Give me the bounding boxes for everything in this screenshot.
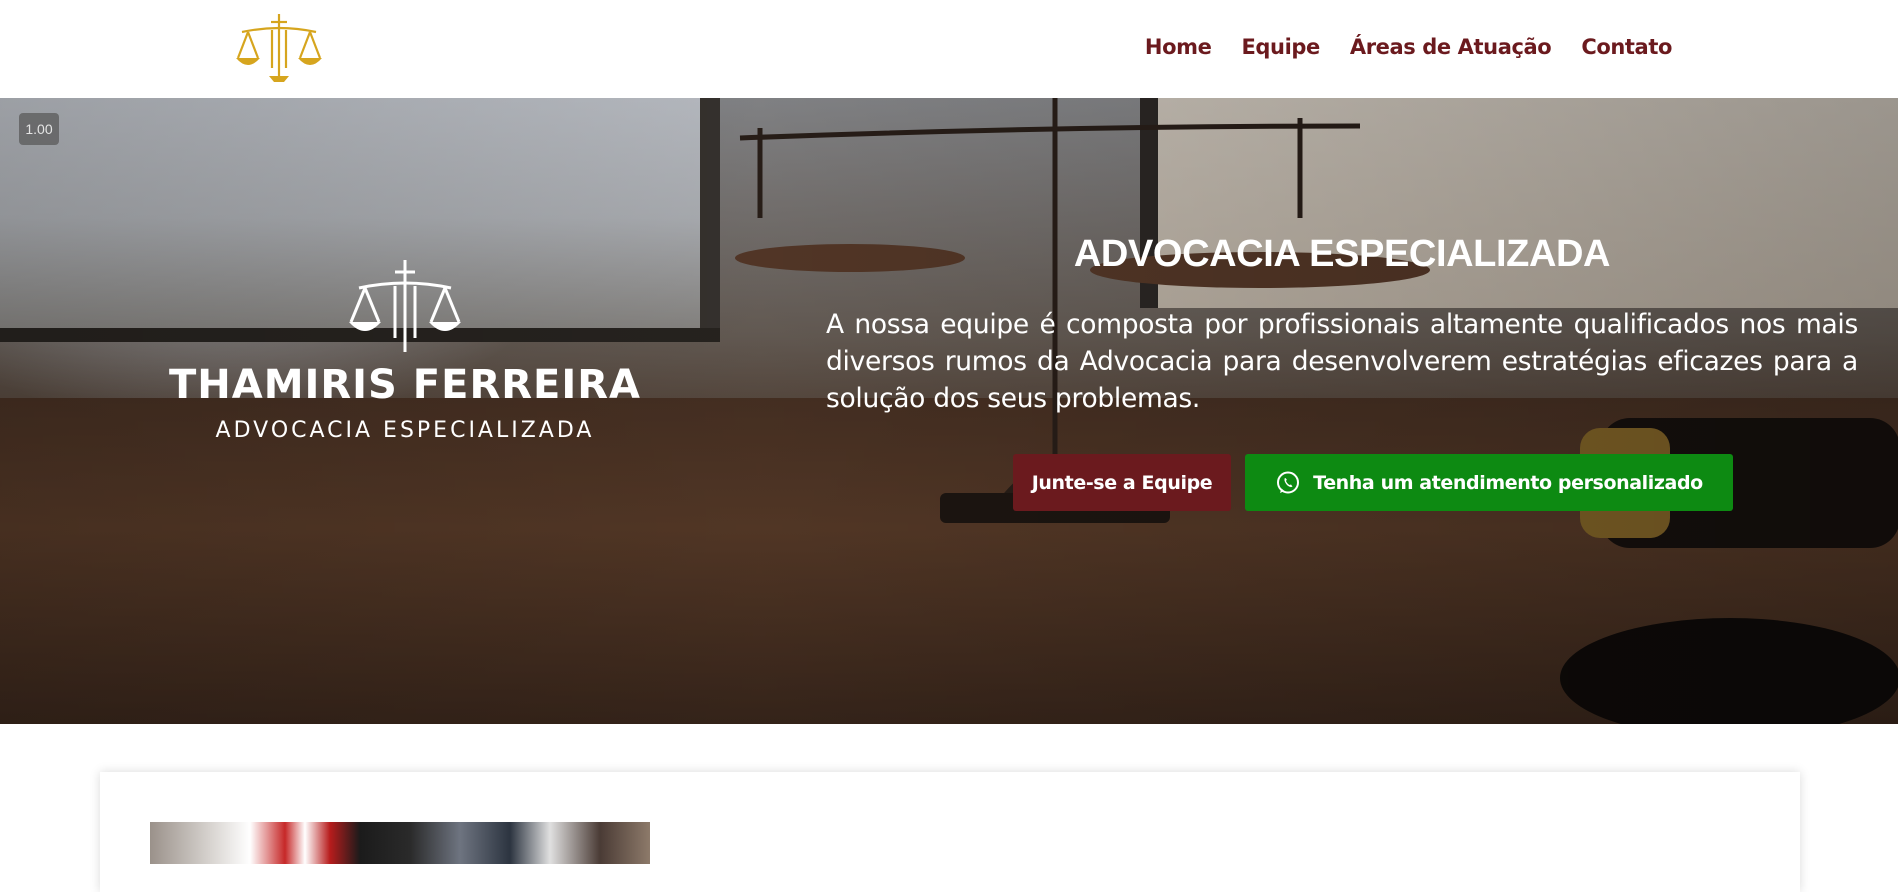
team-photo: [150, 822, 650, 864]
hero-description: A nossa equipe é composta por profission…: [826, 309, 1858, 414]
whatsapp-icon: [1277, 471, 1300, 493]
hero-title: ADVOCACIA ESPECIALIZADA: [1073, 233, 1611, 275]
main-nav: Home Equipe Áreas de Atuação Contato: [1145, 35, 1672, 59]
hero-banner: 1.00 THAMIRIS FERREIRA ADVOCACIA ESPECIA…: [0, 98, 1898, 724]
nav-equipe[interactable]: Equipe: [1241, 35, 1320, 59]
nav-contato[interactable]: Contato: [1581, 35, 1672, 59]
nav-areas-de-atuacao[interactable]: Áreas de Atuação: [1350, 35, 1552, 59]
zoom-badge: 1.00: [19, 113, 59, 145]
join-team-label: Junte-se a Equipe: [1031, 471, 1213, 494]
brand-scales-icon: [349, 260, 461, 352]
join-team-button[interactable]: Junte-se a Equipe: [1013, 454, 1231, 511]
site-header: Home Equipe Áreas de Atuação Contato: [0, 0, 1898, 98]
brand-name: THAMIRIS FERREIRA: [168, 362, 642, 408]
logo-scales-icon[interactable]: [234, 10, 324, 84]
nav-home[interactable]: Home: [1145, 35, 1212, 59]
brand-subtitle: ADVOCACIA ESPECIALIZADA: [215, 418, 595, 443]
brand-logo: THAMIRIS FERREIRA ADVOCACIA ESPECIALIZAD…: [150, 258, 660, 443]
whatsapp-button[interactable]: Tenha um atendimento personalizado: [1245, 454, 1733, 511]
whatsapp-button-label: Tenha um atendimento personalizado: [1313, 471, 1703, 494]
